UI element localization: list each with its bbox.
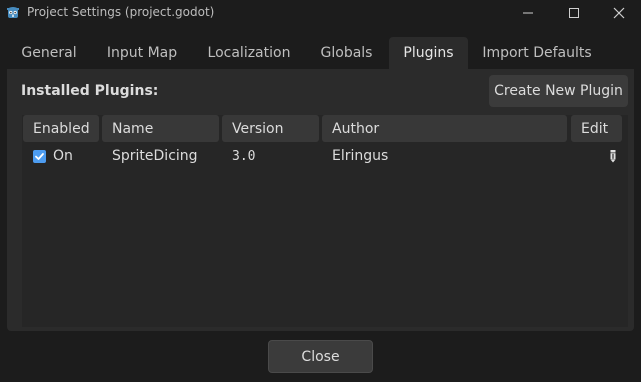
- column-header-label: Name: [112, 120, 154, 137]
- settings-tab-bar: General Input Map Localization Globals P…: [0, 37, 641, 69]
- plugin-author[interactable]: Elringus: [332, 145, 388, 167]
- tab-import-defaults[interactable]: Import Defaults: [474, 37, 600, 69]
- tab-input-map[interactable]: Input Map: [95, 37, 189, 69]
- plugin-version[interactable]: 3.0: [232, 145, 255, 167]
- create-new-plugin-button[interactable]: Create New Plugin: [489, 75, 628, 107]
- window-title: Project Settings (project.godot): [27, 5, 215, 19]
- tab-plugins[interactable]: Plugins: [389, 37, 468, 69]
- plugin-enabled-label: On: [53, 148, 73, 164]
- pencil-icon[interactable]: [609, 145, 617, 167]
- column-header-label: Version: [232, 120, 284, 137]
- tab-globals[interactable]: Globals: [309, 37, 384, 69]
- project-settings-window: Project Settings (project.godot) General…: [0, 0, 641, 382]
- plugin-name[interactable]: SpriteDicing: [112, 145, 198, 167]
- godot-icon: [5, 4, 21, 20]
- installed-plugins-label: Installed Plugins:: [21, 83, 159, 99]
- maximize-icon[interactable]: [551, 0, 597, 26]
- column-header-enabled[interactable]: Enabled: [23, 115, 99, 142]
- column-header-label: Author: [332, 120, 380, 137]
- plugins-panel: Installed Plugins: Create New Plugin Ena…: [7, 69, 634, 331]
- close-button[interactable]: Close: [268, 340, 373, 373]
- column-header-edit[interactable]: Edit: [571, 115, 622, 142]
- column-header-version[interactable]: Version: [222, 115, 319, 142]
- plugin-enabled-toggle[interactable]: On: [33, 145, 73, 167]
- plugins-table: Enabled Name Version Author Edit On Spri…: [22, 115, 628, 327]
- tab-localization[interactable]: Localization: [195, 37, 303, 69]
- column-header-name[interactable]: Name: [102, 115, 219, 142]
- minimize-icon[interactable]: [505, 0, 551, 26]
- title-bar[interactable]: Project Settings (project.godot): [0, 0, 641, 26]
- column-header-author[interactable]: Author: [322, 115, 567, 142]
- tab-general[interactable]: General: [10, 37, 88, 69]
- column-header-label: Edit: [581, 120, 609, 137]
- checkbox-checked-icon[interactable]: [33, 149, 46, 163]
- column-header-label: Enabled: [33, 120, 90, 137]
- close-icon[interactable]: [597, 0, 641, 26]
